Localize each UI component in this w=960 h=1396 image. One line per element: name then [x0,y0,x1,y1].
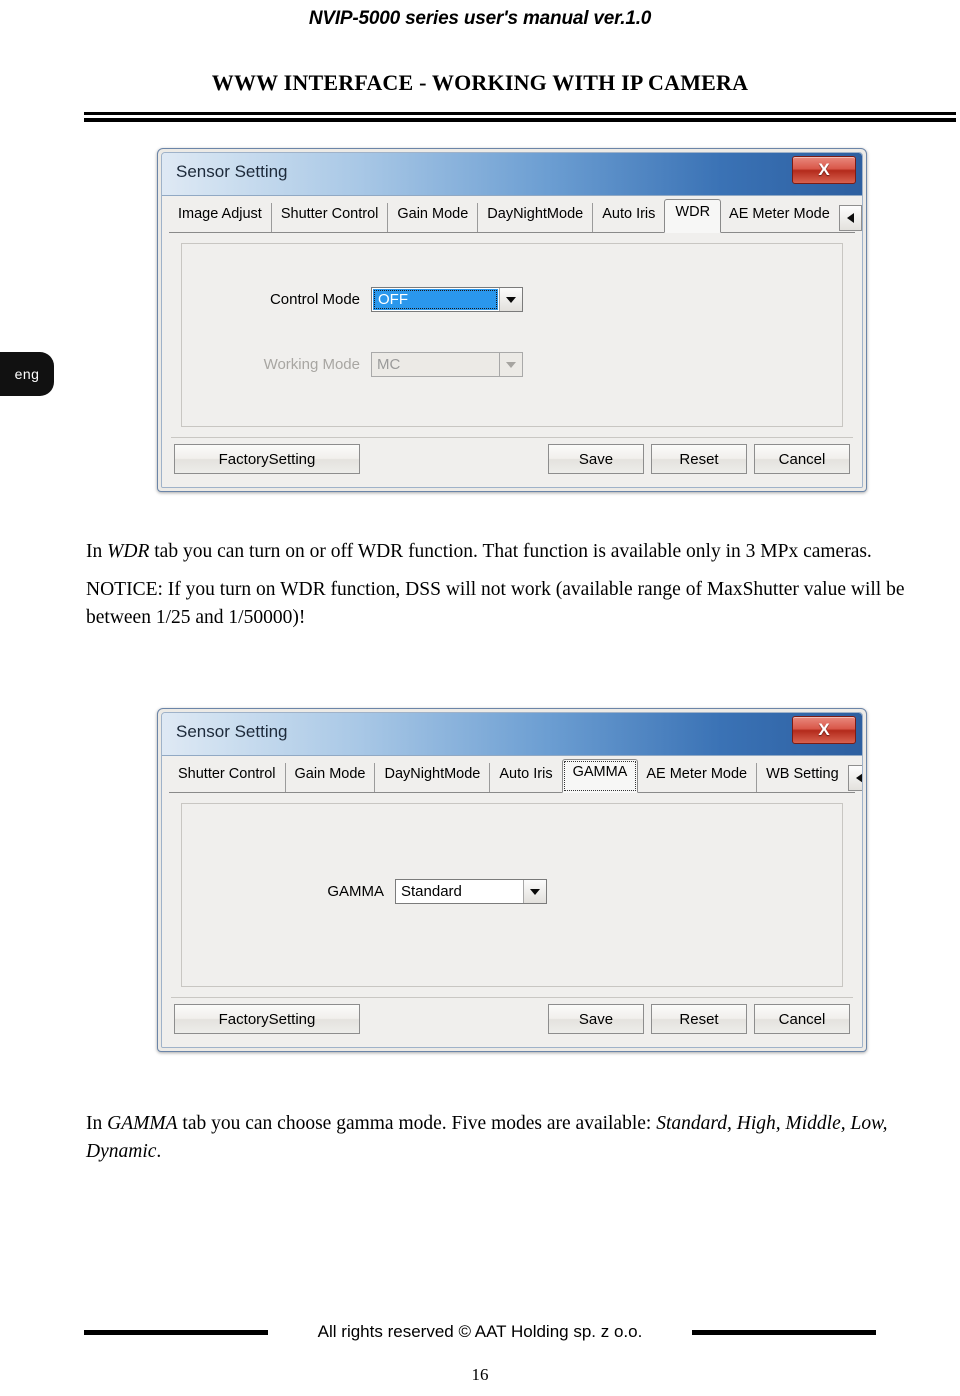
tab-content-panel: Control Mode OFF Working Mode MC [181,243,843,427]
dialog-inner-frame: Sensor Setting X Image Adjust Shutter Co… [161,152,863,488]
footer-copyright: All rights reserved © AAT Holding sp. z … [317,1322,643,1341]
close-icon-glyph: X [818,720,830,739]
sensor-setting-dialog-wdr: Sensor Setting X Image Adjust Shutter Co… [157,148,867,492]
close-icon-glyph: X [818,160,830,179]
dialog-inner-frame: Sensor Setting X Shutter Control Gain Mo… [161,712,863,1048]
gamma-dropdown[interactable]: Standard [395,879,547,904]
language-tab-eng[interactable]: eng [0,352,54,396]
chevron-down-icon [499,353,522,376]
header-divider-line-top [84,112,956,115]
close-icon[interactable]: X [792,156,856,184]
dialog-titlebar[interactable]: Sensor Setting X [162,153,862,196]
cancel-button[interactable]: Cancel [754,444,850,474]
chevron-down-icon[interactable] [523,880,546,903]
control-mode-dropdown[interactable]: OFF [371,287,523,312]
running-head-text: NVIP-5000 series user's manual ver.1.0 [308,8,652,29]
working-mode-dropdown: MC [371,352,523,377]
tab-gain-mode[interactable]: Gain Mode [285,763,376,792]
close-icon[interactable]: X [792,716,856,744]
tabstrip: Image Adjust Shutter Control Gain Mode D… [169,199,862,233]
gamma-row: GAMMA Standard [318,879,547,904]
tab-daynightmode[interactable]: DayNightMode [375,763,491,792]
dialog-titlebar[interactable]: Sensor Setting X [162,713,862,756]
tab-scroll-arrows [847,765,862,792]
tab-auto-iris[interactable]: Auto Iris [593,203,666,232]
tab-shutter-control[interactable]: Shutter Control [271,203,389,232]
gamma-value: Standard [401,883,462,900]
gamma-label: GAMMA [327,883,384,900]
header-divider [84,112,956,122]
factory-setting-button[interactable]: FactorySetting [174,444,360,474]
control-mode-row: Control Mode OFF [240,287,523,312]
tab-scroll-left-icon[interactable] [847,765,862,791]
factory-setting-button[interactable]: FactorySetting [174,1004,360,1034]
working-mode-value: MC [377,356,401,373]
dialog-body: Image Adjust Shutter Control Gain Mode D… [162,196,862,487]
reset-button[interactable]: Reset [651,1004,747,1034]
paragraph-gamma: In GAMMA tab you can choose gamma mode. … [86,1113,888,1162]
paragraph-wdr-intro: In WDR tab you can turn on or off WDR fu… [86,541,872,562]
tab-ae-meter-mode[interactable]: AE Meter Mode [637,763,758,792]
tab-ae-meter-mode[interactable]: AE Meter Mode [720,203,839,232]
sensor-setting-dialog-gamma: Sensor Setting X Shutter Control Gain Mo… [157,708,867,1052]
tab-shutter-control[interactable]: Shutter Control [169,763,286,792]
dialog-body: Shutter Control Gain Mode DayNightMode A… [162,756,862,1047]
tab-scroll-left-icon[interactable] [838,205,862,231]
working-mode-row: Working Mode MC [240,352,523,377]
tab-content-panel: GAMMA Standard [181,803,843,987]
tab-image-adjust[interactable]: Image Adjust [169,203,272,232]
tab-wb-setting[interactable]: WB Setting [757,763,848,792]
save-button[interactable]: Save [548,1004,644,1034]
dialog-button-bar: FactorySetting Save Reset Cancel [171,997,853,1042]
control-mode-value: OFF [373,289,498,310]
header-divider-line-bottom [84,118,956,122]
tab-scroll-arrows [838,205,862,232]
tab-auto-iris[interactable]: Auto Iris [490,763,563,792]
running-head: NVIP-5000 series user's manual ver.1.0 [0,8,960,30]
dialog-title: Sensor Setting [176,162,288,181]
tab-gamma[interactable]: GAMMA [561,759,639,793]
tabstrip: Shutter Control Gain Mode DayNightMode A… [169,759,862,793]
save-button[interactable]: Save [548,444,644,474]
tab-daynightmode[interactable]: DayNightMode [478,203,594,232]
tab-gain-mode[interactable]: Gain Mode [388,203,479,232]
cancel-button[interactable]: Cancel [754,1004,850,1034]
tab-wdr[interactable]: WDR [664,199,722,233]
page-title: WWW INTERFACE - WORKING WITH IP CAMERA [211,70,749,95]
paragraph-wdr-notice: NOTICE: If you turn on WDR function, DSS… [86,579,905,628]
working-mode-label: Working Mode [263,356,360,373]
dialog-button-bar: FactorySetting Save Reset Cancel [171,437,853,482]
page-number: 16 [471,1365,489,1384]
language-tab-label: eng [14,366,40,382]
chevron-down-icon[interactable] [499,288,522,311]
control-mode-label: Control Mode [269,291,360,308]
dialog-title: Sensor Setting [176,722,288,741]
reset-button[interactable]: Reset [651,444,747,474]
